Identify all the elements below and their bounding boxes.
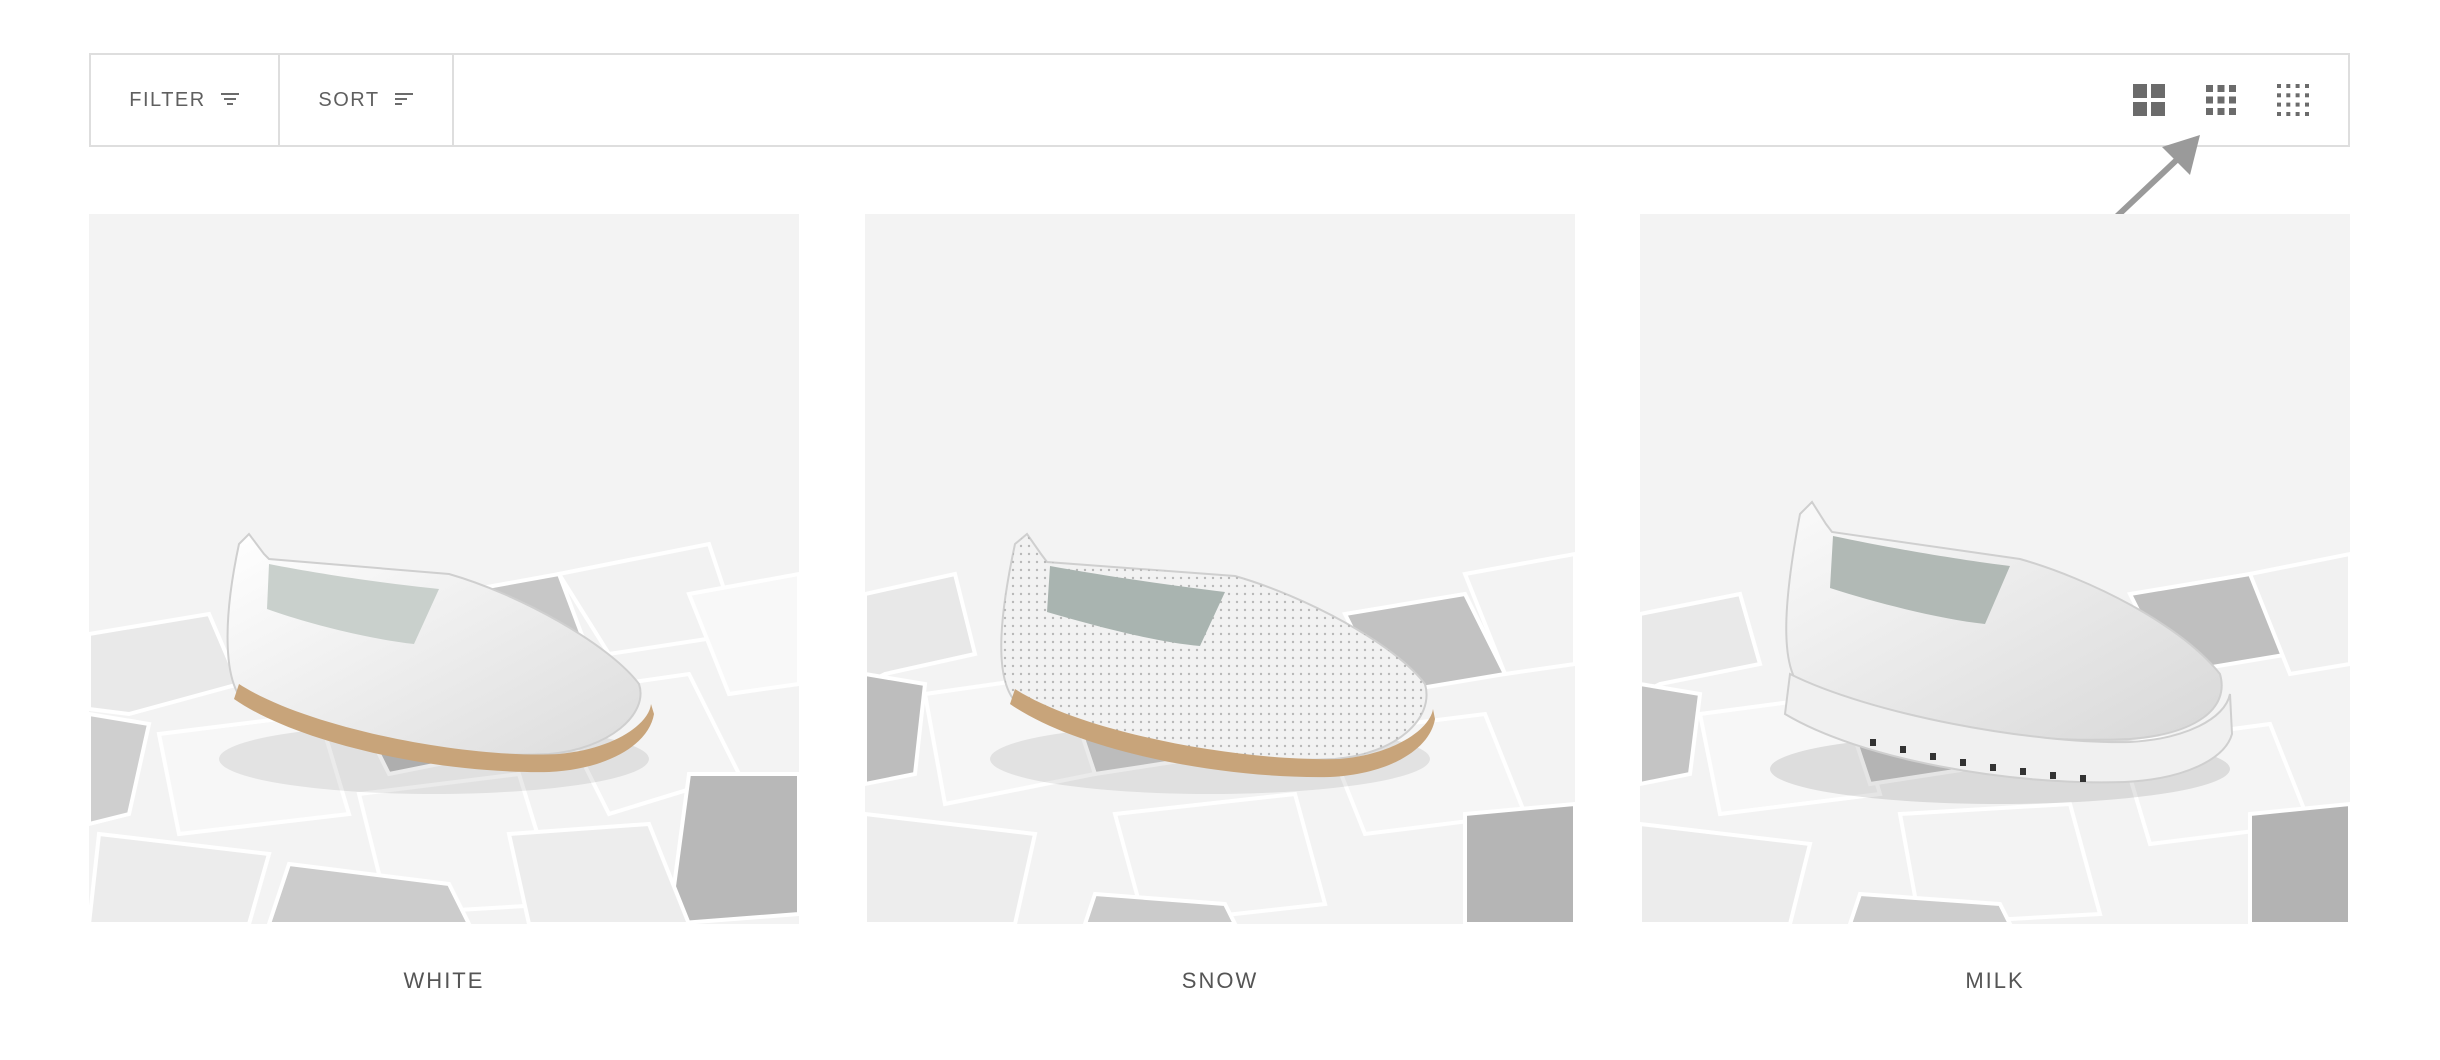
annotation-arrow-icon (2100, 125, 2210, 225)
product-image[interactable] (865, 214, 1575, 924)
sort-label: SORT (318, 88, 380, 111)
product-image[interactable] (1640, 214, 2350, 924)
filter-lines-icon (220, 89, 240, 112)
sort-button[interactable]: SORT (280, 55, 454, 145)
filter-button[interactable]: FILTER (91, 55, 280, 145)
toolbar: FILTER SORT (89, 53, 2350, 147)
product-card-milk[interactable]: MILK (1640, 214, 2350, 994)
milk-shoe-image-icon (1640, 500, 2350, 924)
grid-4x4-view-icon[interactable] (2276, 83, 2310, 117)
product-name[interactable]: MILK (1640, 968, 2350, 994)
product-card-snow[interactable]: SNOW (865, 214, 1575, 994)
grid-3x3-view-icon[interactable] (2204, 83, 2238, 117)
white-shoe-image-icon (89, 532, 799, 924)
product-name[interactable]: SNOW (865, 968, 1575, 994)
product-name[interactable]: WHITE (89, 968, 799, 994)
product-card-white[interactable]: WHITE (89, 214, 799, 994)
product-image[interactable] (89, 214, 799, 924)
grid-2x2-view-icon[interactable] (2132, 83, 2166, 117)
filter-label: FILTER (129, 88, 206, 111)
snow-shoe-image-icon (865, 532, 1575, 924)
sort-lines-icon (394, 89, 414, 112)
